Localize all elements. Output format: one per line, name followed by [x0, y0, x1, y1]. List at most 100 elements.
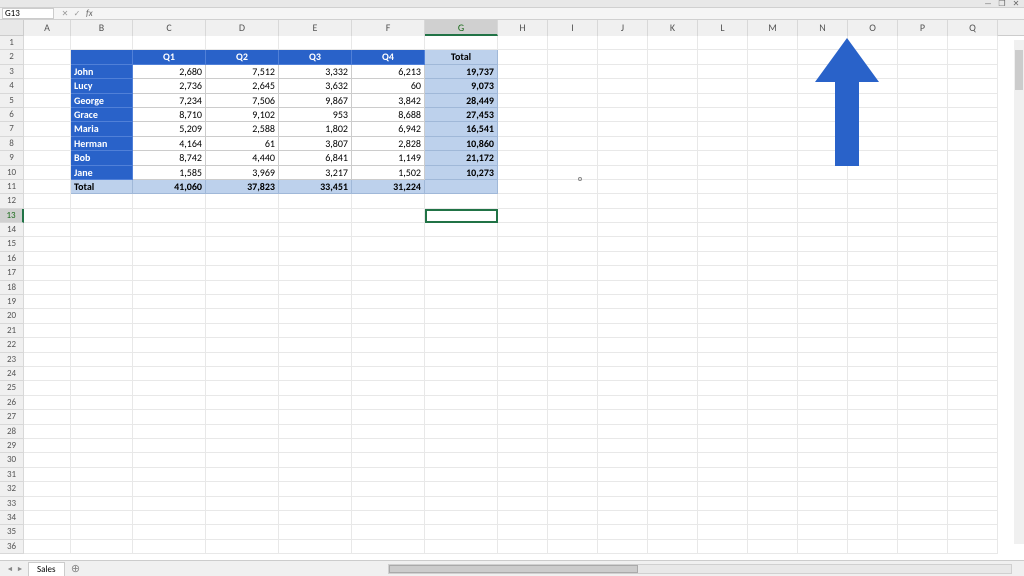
cell[interactable]	[948, 94, 998, 108]
cell[interactable]	[598, 497, 648, 511]
cell[interactable]	[133, 381, 206, 395]
cell[interactable]	[798, 209, 848, 223]
cell[interactable]	[24, 223, 71, 237]
cell[interactable]	[698, 237, 748, 251]
cell[interactable]	[206, 237, 279, 251]
cell[interactable]	[798, 482, 848, 496]
cell[interactable]	[648, 223, 698, 237]
cell[interactable]	[948, 453, 998, 467]
cell[interactable]	[598, 511, 648, 525]
cell[interactable]: 16,541	[425, 122, 498, 136]
cell[interactable]	[548, 194, 598, 208]
cell[interactable]: Q4	[352, 50, 425, 64]
cell[interactable]	[133, 252, 206, 266]
cell[interactable]	[548, 180, 598, 194]
cell[interactable]	[498, 396, 548, 410]
cell[interactable]: 61	[206, 137, 279, 151]
cell[interactable]	[425, 324, 498, 338]
cell[interactable]	[206, 281, 279, 295]
cell[interactable]	[898, 410, 948, 424]
cell[interactable]	[425, 497, 498, 511]
cell[interactable]	[848, 252, 898, 266]
cancel-icon[interactable]: ✕	[60, 9, 70, 19]
cell[interactable]	[24, 367, 71, 381]
cell[interactable]	[352, 309, 425, 323]
cell[interactable]	[598, 468, 648, 482]
cell[interactable]	[848, 525, 898, 539]
cell[interactable]	[498, 79, 548, 93]
cell[interactable]: Maria	[71, 122, 133, 136]
cell[interactable]	[71, 453, 133, 467]
cell[interactable]	[352, 266, 425, 280]
cell[interactable]	[425, 338, 498, 352]
cell[interactable]	[648, 194, 698, 208]
cell[interactable]	[425, 309, 498, 323]
cell[interactable]	[24, 540, 71, 554]
row-header[interactable]: 19	[0, 295, 24, 309]
cell[interactable]	[948, 36, 998, 50]
row-header[interactable]: 13	[0, 209, 24, 223]
cell[interactable]	[279, 453, 352, 467]
cell[interactable]	[133, 36, 206, 50]
cell[interactable]: Jane	[71, 166, 133, 180]
cell[interactable]	[548, 309, 598, 323]
cell[interactable]	[24, 65, 71, 79]
cell[interactable]	[698, 36, 748, 50]
cell[interactable]	[279, 381, 352, 395]
cell[interactable]	[648, 425, 698, 439]
cell[interactable]	[498, 209, 548, 223]
row-header[interactable]: 35	[0, 525, 24, 539]
cell[interactable]	[548, 94, 598, 108]
cell[interactable]	[848, 108, 898, 122]
cell[interactable]	[698, 468, 748, 482]
col-header-J[interactable]: J	[598, 20, 648, 36]
col-header-A[interactable]: A	[24, 20, 71, 36]
row-header[interactable]: 25	[0, 381, 24, 395]
row-header[interactable]: 32	[0, 482, 24, 496]
row-header[interactable]: 10	[0, 166, 24, 180]
cell[interactable]: 3,807	[279, 137, 352, 151]
cell[interactable]: 3,969	[206, 166, 279, 180]
cell[interactable]	[748, 540, 798, 554]
cell[interactable]	[948, 50, 998, 64]
cell[interactable]: 27,453	[425, 108, 498, 122]
cell[interactable]	[498, 525, 548, 539]
cell[interactable]	[948, 309, 998, 323]
cell[interactable]	[748, 338, 798, 352]
cell[interactable]: 8,710	[133, 108, 206, 122]
cell[interactable]	[352, 396, 425, 410]
cell[interactable]	[648, 410, 698, 424]
cell[interactable]	[133, 439, 206, 453]
cell[interactable]	[279, 540, 352, 554]
cell[interactable]	[548, 65, 598, 79]
cell[interactable]	[279, 482, 352, 496]
cell[interactable]	[133, 309, 206, 323]
cell[interactable]	[598, 180, 648, 194]
cell[interactable]	[352, 281, 425, 295]
col-header-L[interactable]: L	[698, 20, 748, 36]
cell[interactable]	[279, 266, 352, 280]
row-header[interactable]: 33	[0, 497, 24, 511]
cell[interactable]	[648, 439, 698, 453]
cell[interactable]	[598, 151, 648, 165]
cell[interactable]	[548, 281, 598, 295]
cell[interactable]	[648, 353, 698, 367]
cell[interactable]	[425, 511, 498, 525]
cell[interactable]	[648, 237, 698, 251]
cell[interactable]	[798, 309, 848, 323]
cell[interactable]	[798, 223, 848, 237]
cell[interactable]: Q1	[133, 50, 206, 64]
cell[interactable]	[898, 281, 948, 295]
cell[interactable]	[748, 50, 798, 64]
cell[interactable]	[948, 525, 998, 539]
cell[interactable]	[648, 166, 698, 180]
minimize-button[interactable]: —	[982, 0, 994, 8]
cell[interactable]	[648, 540, 698, 554]
cell[interactable]: 7,512	[206, 65, 279, 79]
cell[interactable]	[71, 381, 133, 395]
cell[interactable]	[798, 396, 848, 410]
row-header[interactable]: 18	[0, 281, 24, 295]
cell[interactable]	[425, 410, 498, 424]
cell[interactable]	[498, 108, 548, 122]
cell[interactable]	[425, 353, 498, 367]
